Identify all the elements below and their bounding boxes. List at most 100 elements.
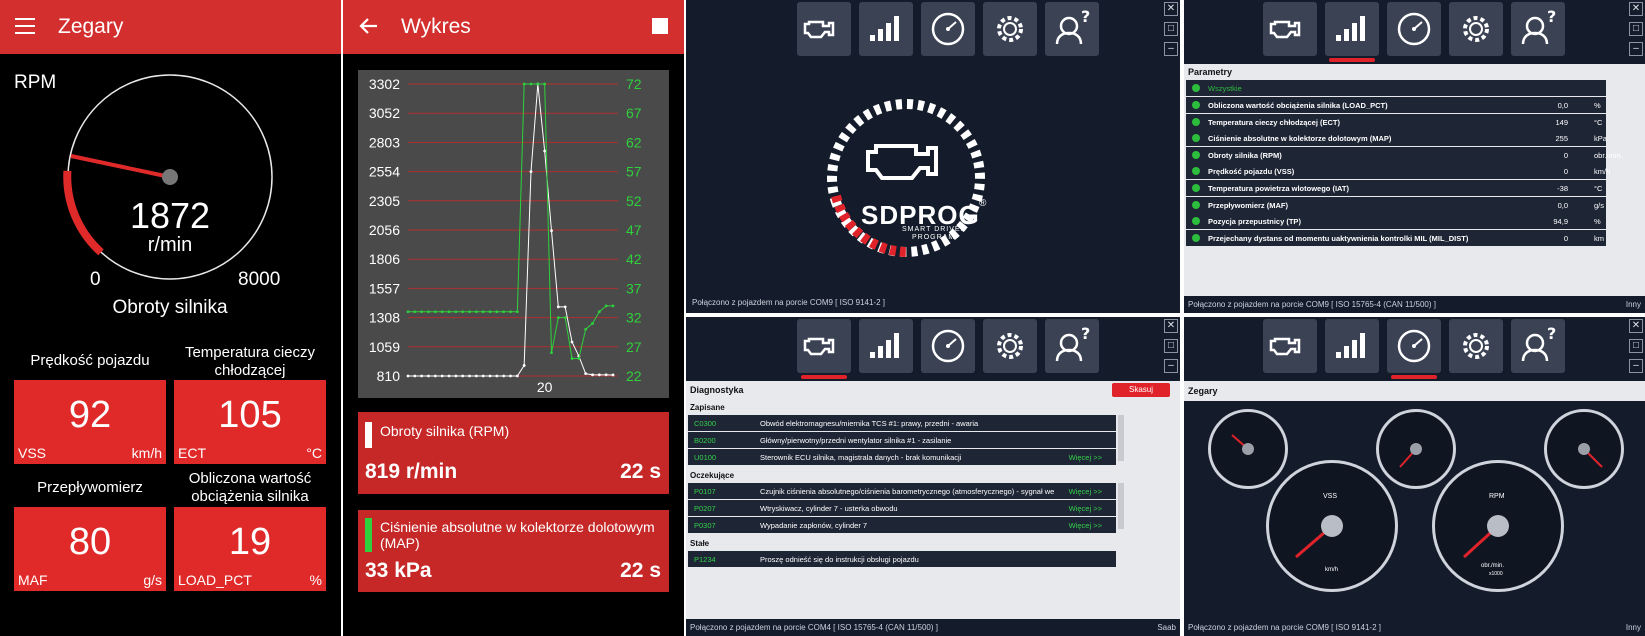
toolbar-help-button[interactable]: ? <box>1045 2 1099 56</box>
param-row[interactable]: Temperatura powietrza wlotowego (IAT) -38… <box>1186 180 1606 196</box>
dtc-row[interactable]: C0300 Obwód elektromagnesu/miernika TCS #… <box>688 415 1116 431</box>
y-right-tick: 32 <box>626 310 642 326</box>
tile-vss[interactable]: 92 VSS km/h <box>14 380 166 464</box>
minimize-icon[interactable]: – <box>1164 42 1178 56</box>
data-point <box>488 374 492 378</box>
maximize-icon[interactable]: □ <box>1164 339 1178 353</box>
param-row[interactable]: Obliczona wartość obciążenia silnika (LO… <box>1186 97 1606 113</box>
toolbar-signal-button[interactable] <box>1325 2 1379 62</box>
page-title: Wykres <box>401 15 471 38</box>
param-row[interactable]: Ciśnienie absolutne w kolektorze dolotow… <box>1186 130 1607 147</box>
more-link[interactable]: Więcej >> <box>1069 487 1102 496</box>
y-right-tick: 27 <box>626 339 642 355</box>
y-right-tick: 67 <box>626 105 642 121</box>
y-left-tick: 2803 <box>369 134 400 150</box>
status-dot <box>1192 233 1200 242</box>
section-pending: Oczekujące <box>690 471 735 480</box>
stop-icon[interactable] <box>652 18 668 34</box>
data-point <box>454 374 458 378</box>
dtc-row[interactable]: B0200 Główny/pierwotny/przedni wentylator… <box>688 432 1116 448</box>
dtc-code: B0200 <box>694 436 716 445</box>
wykres-screen: Wykres 3302 72 3052 67 2803 62 2554 57 2305 52 205… <box>343 0 684 636</box>
clear-button[interactable]: Skasuj <box>1112 383 1170 397</box>
maximize-icon[interactable]: □ <box>1164 22 1178 36</box>
data-point <box>495 374 499 378</box>
close-icon[interactable]: ✕ <box>1164 2 1178 16</box>
menu-icon[interactable] <box>15 17 35 35</box>
param-row[interactable]: Prędkość pojazdu (VSS) 0 km/h <box>1186 163 1610 180</box>
toolbar-help-button[interactable]: ? <box>1511 2 1565 56</box>
tile-ect[interactable]: 105 ECT °C <box>174 380 326 464</box>
param-value: 255 <box>1555 134 1568 144</box>
signal-bars-icon <box>1325 16 1379 60</box>
scrollbar[interactable] <box>1118 483 1124 529</box>
y-left-tick: 2056 <box>369 222 400 238</box>
toolbar-engine-button[interactable] <box>1263 2 1317 56</box>
y-left-tick: 1059 <box>369 339 400 355</box>
toolbar-gauge-button[interactable] <box>921 2 975 56</box>
status-bar: Połączono z pojazdem na porcie COM9 [ IS… <box>1188 300 1436 309</box>
dtc-row[interactable]: P0107 Czujnik ciśnienia absolutnego/ciśni… <box>688 483 1116 499</box>
param-row[interactable]: Przejechany dystans od momentu uaktywnie… <box>1186 229 1606 246</box>
series-value: 819 r/min <box>365 460 458 483</box>
dtc-description: Obwód elektromagnesu/miernika TCS #1: pr… <box>760 419 979 428</box>
toolbar-help-button[interactable]: ? <box>1045 319 1099 373</box>
minimize-icon[interactable]: – <box>1164 359 1178 373</box>
params-filter-row[interactable]: Wszystkie <box>1186 80 1606 96</box>
param-row[interactable]: Pozycja przepustnicy (TP) 94,9% <box>1186 213 1606 230</box>
more-link[interactable]: Więcej >> <box>1069 504 1102 513</box>
series-card[interactable]: Obroty silnika (RPM) 819 r/min 22 s <box>358 412 669 494</box>
minimize-icon[interactable]: – <box>1629 42 1643 56</box>
close-icon[interactable]: ✕ <box>1629 2 1643 16</box>
data-point <box>556 316 560 319</box>
tile-load[interactable]: 19 LOAD_PCT % <box>174 507 326 591</box>
help-person-icon: ? <box>1511 7 1565 60</box>
y-left-tick: 2554 <box>369 164 400 180</box>
dtc-row[interactable]: P1234 Proszę odnieść się do instrukcji ob… <box>688 551 1116 567</box>
toolbar-engine-button[interactable] <box>797 319 851 379</box>
toolbar-gauge-button[interactable] <box>1387 2 1441 56</box>
maximize-icon[interactable]: □ <box>1629 22 1643 36</box>
data-point <box>461 310 465 314</box>
param-name: Pozycja przepustnicy (TP) <box>1208 217 1301 227</box>
params-panel: Parametry Wszystkie Obliczona wartość ob… <box>1184 64 1645 296</box>
tile-unit: g/s <box>143 572 162 588</box>
toolbar-engine-button[interactable] <box>797 2 851 56</box>
data-point <box>515 374 519 378</box>
data-point <box>406 310 410 314</box>
dtc-row[interactable]: P0307 Wypadanie zapłonów, cylinder 7 Więce… <box>688 517 1116 533</box>
status-dot <box>1192 200 1200 209</box>
data-point <box>433 374 437 378</box>
tile-maf[interactable]: 80 MAF g/s <box>14 507 166 591</box>
more-link[interactable]: Więcej >> <box>1069 453 1102 462</box>
scrollbar[interactable] <box>1118 415 1124 461</box>
series-card[interactable]: Ciśnienie absolutne w kolektorze dolotow… <box>358 510 669 592</box>
param-row[interactable]: Przepływomierz (MAF) 0,0 g/s <box>1186 196 1606 213</box>
y-right-tick: 42 <box>626 251 642 267</box>
toolbar-settings-button[interactable] <box>983 319 1037 373</box>
gear-icon <box>983 333 1037 377</box>
param-row[interactable]: Temperatura cieczy chłodzącej (ECT) 149 °C <box>1186 113 1606 130</box>
y-left-tick: 3052 <box>369 105 400 121</box>
toolbar-gauge-button[interactable] <box>921 319 975 373</box>
more-link[interactable]: Więcej >> <box>1069 521 1102 530</box>
data-point <box>577 357 581 360</box>
back-arrow-icon[interactable] <box>359 16 379 36</box>
status-bar-right: Inny <box>1625 300 1641 309</box>
toolbar-settings-button[interactable] <box>1449 2 1503 56</box>
dtc-description: Wypadanie zapłonów, cylinder 7 <box>760 521 868 530</box>
dtc-row[interactable]: U0100 Sterownik ECU silnika, magistrala d… <box>688 449 1116 465</box>
toolbar-signal-button[interactable] <box>859 2 913 56</box>
toolbar-settings-button[interactable] <box>983 2 1037 56</box>
series-value: 33 kPa <box>365 559 432 582</box>
param-row[interactable]: Obroty silnika (RPM) 0 obr./min. <box>1186 146 1623 163</box>
data-point <box>597 310 601 314</box>
toolbar-signal-button[interactable] <box>859 319 913 373</box>
y-left-tick: 1308 <box>369 310 400 326</box>
filter-label: Wszystkie <box>1208 84 1242 93</box>
dtc-row[interactable]: P0207 Wtryskiwacz, cylinder 7 - usterka o… <box>688 500 1116 516</box>
dtc-description: Czujnik ciśnienia absolutnego/ciśnienia … <box>760 487 1055 496</box>
close-icon[interactable]: ✕ <box>1164 319 1178 333</box>
dtc-description: Proszę odnieść się do instrukcji obsługi… <box>760 555 919 564</box>
data-point <box>604 373 608 377</box>
